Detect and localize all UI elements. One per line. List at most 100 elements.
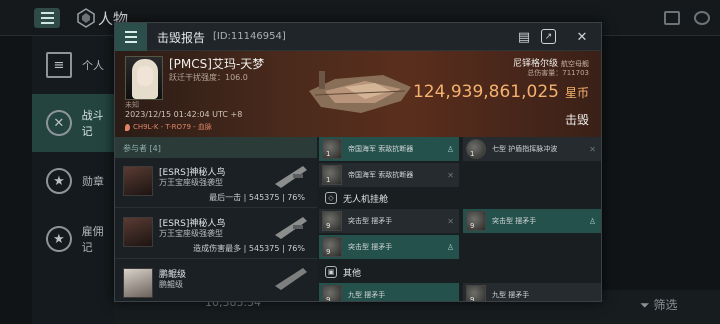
participant-row[interactable]: [ESRS]神秘人鸟 万王宝座级强袭型 最后一击 | 545375 | 76% xyxy=(115,158,317,208)
item-row[interactable]: 9 突击型 摆矛手 ✕ xyxy=(319,209,459,233)
destroyed-icon: ✕ xyxy=(589,144,596,154)
participant-stats: 造成伤害最多 | 545375 | 76% xyxy=(193,244,305,253)
sidebar-item-label: 战斗记 xyxy=(81,109,104,138)
close-icon[interactable]: ✕ xyxy=(573,28,591,46)
dropped-icon: ♙ xyxy=(588,216,596,226)
participant-row[interactable]: 鹏鲲级 鹏鲲级 xyxy=(115,260,317,301)
isk-unit: 星币 xyxy=(564,86,589,100)
list-icon: ≡ xyxy=(46,52,72,78)
participant-note: 最后一击 xyxy=(209,193,242,202)
weapon-icon xyxy=(275,166,307,188)
other-section: ▣ 其他 xyxy=(317,261,601,283)
item-row[interactable]: 1 帝国海军 索敌抗断器 ✕ xyxy=(319,163,459,187)
participant-note: 造成伤害最多 xyxy=(193,244,242,253)
sidebar-item-label: 雇佣记 xyxy=(81,225,104,254)
participants-list: 参与者 [4] [ESRS]神秘人鸟 万王宝座级强袭型 最后一击 | 54537… xyxy=(115,137,317,301)
module-icon: 1 xyxy=(322,165,342,185)
dialog-header: 击毁报告 [ID:11146954] ▤ ↗ ✕ xyxy=(115,23,601,51)
sidebar-item-combat-log[interactable]: ✕ 战斗记 xyxy=(32,94,114,152)
shield-icon: ◇ xyxy=(325,192,337,204)
item-row[interactable]: 1 七型 护盾指挥脉冲波 ✕ xyxy=(463,137,601,161)
participant-percent: 76% xyxy=(287,193,305,202)
share-icon[interactable]: ↗ xyxy=(541,29,556,44)
sidebar-item-employment[interactable]: ★ 雇佣记 xyxy=(32,210,114,268)
item-label: 帝国海军 索敌抗断器 xyxy=(348,145,414,153)
filter-label: 筛选 xyxy=(653,298,678,312)
kill-result: 击毁 xyxy=(564,113,589,127)
participant-stats: 最后一击 | 545375 | 76% xyxy=(209,193,305,202)
item-row[interactable]: 9 九型 摆矛手 xyxy=(319,283,459,301)
ship-image xyxy=(309,71,411,113)
kill-report-dialog: 击毁报告 [ID:11146954] ▤ ↗ ✕ [PMCS]艾玛-天梦 跃迁干… xyxy=(114,22,602,302)
weapon-icon xyxy=(275,217,307,239)
participants-header[interactable]: 参与者 [4] xyxy=(115,137,317,158)
drone-icon: 9 xyxy=(322,211,342,231)
participant-ship: 万王宝座级强袭型 xyxy=(159,229,223,238)
drone-icon: 9 xyxy=(466,211,486,231)
clipboard-icon[interactable]: ▤ xyxy=(515,28,533,46)
item-label: 帝国海军 索敌抗断器 xyxy=(348,171,414,179)
victim-stat: 跃迁干扰强度：106.0 xyxy=(169,73,248,82)
participant-avatar xyxy=(123,268,153,298)
participant-percent: 76% xyxy=(287,244,305,253)
crossed-swords-icon: ✕ xyxy=(46,110,72,136)
participant-row[interactable]: [ESRS]神秘人鸟 万王宝座级强袭型 造成伤害最多 | 545375 | 76… xyxy=(115,209,317,259)
sidebar-item-profile[interactable]: ≡ 个人 xyxy=(32,36,114,94)
drone-icon: 9 xyxy=(322,285,342,301)
item-label: 七型 护盾指挥脉冲波 xyxy=(492,145,558,153)
module-icon: 1 xyxy=(466,139,486,159)
item-row[interactable]: 9 突击型 摆矛手 ♙ xyxy=(463,209,601,233)
sidebar-item-label: 个人 xyxy=(82,59,104,72)
filter-icon: ⏷ xyxy=(640,298,650,312)
participant-ship: 鹏鲲级 xyxy=(159,280,183,289)
settings-icon[interactable] xyxy=(694,11,710,25)
location-pin-icon xyxy=(125,123,130,131)
sidebar-item-label: 勋章 xyxy=(82,175,104,188)
section-title: 无人机挂舱 xyxy=(343,194,389,205)
weapon-icon xyxy=(275,268,307,290)
item-label: 突击型 摆矛手 xyxy=(348,243,393,251)
character-logo-icon xyxy=(77,8,95,28)
item-label: 突击型 摆矛手 xyxy=(492,217,537,225)
window-icon[interactable] xyxy=(664,11,680,25)
filter-button[interactable]: ⏷ 筛选 xyxy=(640,296,677,313)
fitting-items: 1 帝国海军 索敌抗断器 ♙ 1 七型 护盾指挥脉冲波 ✕ 1 帝国海军 索敌抗… xyxy=(317,137,601,301)
isk-amount: 124,939,861,025 xyxy=(412,82,559,102)
item-row[interactable]: 1 帝国海军 索敌抗断器 ♙ xyxy=(319,137,459,161)
participant-damage: 545375 xyxy=(248,193,280,202)
drone-icon: 9 xyxy=(466,285,486,301)
ship-class: 航空母舰 xyxy=(561,60,589,68)
dialog-title: 击毁报告 xyxy=(157,31,206,45)
location-text: CH9L-K - T-RO79 - 血脉 xyxy=(133,123,212,131)
module-icon: 1 xyxy=(322,139,342,159)
destroyed-icon: ✕ xyxy=(447,216,454,226)
section-title: 其他 xyxy=(343,268,362,279)
report-id[interactable]: [ID:11146954] xyxy=(213,31,286,42)
victim-corp: 未知 xyxy=(125,101,139,109)
participant-avatar xyxy=(123,166,153,196)
item-label: 九型 摆矛手 xyxy=(492,291,530,299)
victim-avatar[interactable] xyxy=(125,56,163,100)
star-badge-icon: ★ xyxy=(46,226,72,252)
kill-timestamp: 2023/12/15 01:42:04 UTC +8 xyxy=(125,110,243,119)
participant-damage: 545375 xyxy=(248,244,280,253)
dropped-icon: ♙ xyxy=(446,242,454,252)
total-damage: 总伤害量：711703 xyxy=(527,69,589,77)
kill-location[interactable]: CH9L-K - T-RO79 - 血脉 xyxy=(125,122,212,132)
item-label: 突击型 摆矛手 xyxy=(348,217,393,225)
isk-value: 124,939,861,025 星币 xyxy=(413,82,589,102)
star-medal-icon: ★ xyxy=(46,168,72,194)
victim-name[interactable]: [PMCS]艾玛-天梦 xyxy=(169,55,264,72)
drone-bay-section: ◇ 无人机挂舱 xyxy=(317,187,601,209)
item-label: 九型 摆矛手 xyxy=(348,291,386,299)
item-row[interactable]: 9 突击型 摆矛手 ♙ xyxy=(319,235,459,259)
drone-icon: 9 xyxy=(322,237,342,257)
menu-button[interactable] xyxy=(34,8,60,28)
item-row[interactable]: 9 九型 摆矛手 xyxy=(463,283,601,301)
dialog-menu-button[interactable] xyxy=(115,23,147,51)
destroyed-icon: ✕ xyxy=(447,170,454,180)
participant-ship: 万王宝座级强袭型 xyxy=(159,178,223,187)
cube-icon: ▣ xyxy=(325,266,337,278)
dropped-icon: ♙ xyxy=(446,144,454,154)
sidebar-item-medals[interactable]: ★ 勋章 xyxy=(32,152,114,210)
